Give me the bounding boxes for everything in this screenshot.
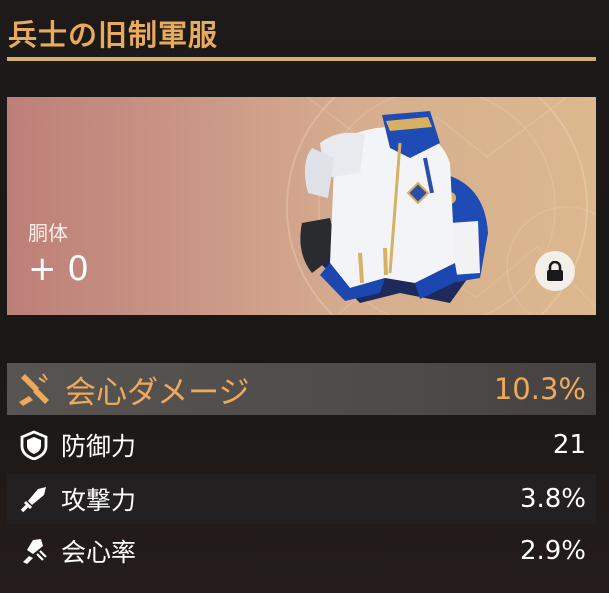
artifact-title: 兵士の旧制軍服 [8, 18, 219, 52]
shield-icon [7, 430, 61, 460]
sub-stat-name-attack: 攻撃力 [61, 486, 137, 515]
uniform-artifact-image [300, 111, 488, 303]
sword-icon [7, 485, 61, 513]
lock-icon [547, 261, 563, 281]
sub-stat-row-crit-rate: 会心率 2.9% [7, 526, 596, 576]
crit-rate-icon [7, 536, 61, 566]
lock-button[interactable] [535, 251, 575, 291]
sub-stat-value-crit-rate: 2.9% [519, 536, 586, 566]
sub-stat-name-defense: 防御力 [61, 432, 137, 461]
sub-stat-value-defense: 21 [552, 430, 586, 460]
title-divider [7, 57, 596, 61]
crit-damage-icon [7, 370, 61, 408]
slot-label: 胴体 [28, 221, 68, 245]
sub-stat-row-attack: 攻撃力 3.8% [7, 474, 596, 524]
main-stat-row: 会心ダメージ 10.3% [7, 363, 596, 415]
main-stat-value: 10.3% [493, 372, 586, 406]
sub-stat-name-crit-rate: 会心率 [61, 538, 137, 567]
main-stat-name: 会心ダメージ [65, 374, 250, 411]
sub-stat-value-attack: 3.8% [519, 484, 586, 514]
sub-stat-row-defense: 防御力 21 [7, 420, 596, 470]
artifact-level: + 0 [28, 249, 89, 289]
artifact-card: 胴体 + 0 [7, 97, 596, 315]
